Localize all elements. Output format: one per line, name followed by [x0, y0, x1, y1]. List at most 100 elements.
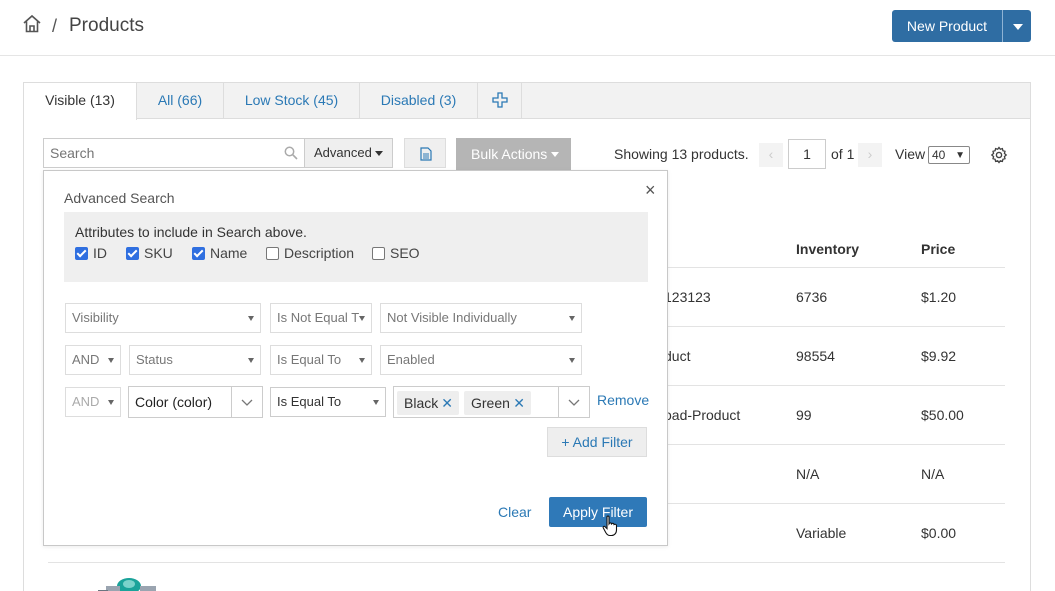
chevron-down-icon	[551, 152, 559, 157]
remove-tag-icon[interactable]: ✕	[513, 391, 525, 415]
new-product-dropdown-button[interactable]	[1002, 10, 1031, 42]
add-tab-button[interactable]	[478, 83, 522, 119]
checkbox-checked-icon[interactable]	[192, 247, 205, 260]
inventory-value: Variable	[796, 525, 847, 541]
results-count: Showing 13 products.	[614, 146, 749, 162]
next-page-button[interactable]: ›	[858, 143, 882, 167]
close-icon[interactable]: ×	[645, 180, 656, 201]
advanced-search-button[interactable]: Advanced	[305, 138, 393, 168]
checkbox-label: SEO	[390, 245, 420, 261]
plus-icon	[491, 92, 508, 108]
checkbox-label: ID	[93, 245, 107, 261]
tab-bar: Visible (13) All (66) Low Stock (45) Dis…	[24, 83, 1030, 120]
inventory-value: 99	[796, 407, 812, 423]
filter-operator-value: Is Not Equal T	[277, 310, 360, 325]
inventory-value: N/A	[796, 466, 820, 482]
caret-down-icon	[373, 400, 379, 405]
inventory-value: 98554	[796, 348, 835, 364]
caret-down-icon	[569, 316, 575, 321]
tab-low-stock[interactable]: Low Stock (45)	[224, 83, 360, 119]
column-header-price[interactable]: Price	[921, 241, 955, 257]
remove-filter-link[interactable]: Remove	[597, 392, 649, 408]
view-label: View	[895, 146, 926, 162]
product-name[interactable]: 123123	[664, 289, 711, 305]
home-icon[interactable]	[22, 14, 42, 34]
export-button[interactable]	[404, 138, 446, 168]
chevron-down-icon: ▼	[955, 150, 965, 161]
clear-button[interactable]: Clear	[498, 504, 531, 520]
checkbox-checked-icon[interactable]	[75, 247, 88, 260]
new-product-button[interactable]: New Product	[892, 10, 1002, 42]
per-page-select[interactable]: 40 ▼	[928, 146, 970, 164]
search-attributes: Attributes to include in Search above. I…	[64, 212, 648, 282]
caret-down-icon	[359, 358, 365, 363]
chevron-down-icon	[375, 151, 383, 156]
bulk-actions-label: Bulk Actions	[471, 146, 548, 162]
filter-operator-select[interactable]: Is Not Equal T	[270, 303, 372, 333]
checkbox-label: Description	[284, 245, 355, 261]
prev-page-button[interactable]: ‹	[759, 143, 783, 167]
search-field[interactable]	[43, 138, 305, 168]
search-input[interactable]	[44, 139, 274, 167]
caret-down-icon	[359, 316, 365, 321]
document-icon	[420, 147, 432, 161]
filter-operator-select[interactable]: Is Equal To	[270, 345, 372, 375]
chevron-down-icon	[568, 399, 580, 406]
tag-label: Black	[404, 395, 439, 411]
bulk-actions-button[interactable]: Bulk Actions	[456, 138, 571, 170]
filter-field-value: Color (color)	[135, 394, 213, 410]
filter-value-select[interactable]: Enabled	[380, 345, 582, 375]
filter-value-select[interactable]: Not Visible Individually	[380, 303, 582, 333]
filter-field-select[interactable]: Color (color)	[128, 386, 263, 418]
row-divider	[48, 562, 1005, 563]
filter-operator-select[interactable]: Is Equal To	[270, 387, 386, 417]
apply-filter-button[interactable]: Apply Filter	[549, 497, 647, 527]
filter-value-multiselect[interactable]: Black ✕ Green ✕	[393, 386, 590, 418]
caret-down-icon	[248, 316, 254, 321]
filter-operator-value: Is Equal To	[277, 352, 342, 367]
checkbox-label: Name	[210, 245, 248, 261]
price-value: $1.20	[921, 289, 957, 305]
checkbox-unchecked-icon[interactable]	[266, 247, 279, 260]
checkbox-checked-icon[interactable]	[126, 247, 139, 260]
filter-field-value: Status	[136, 352, 173, 367]
hand-cursor-icon	[602, 515, 618, 537]
filter-field-select[interactable]: Visibility	[65, 303, 261, 333]
selected-tag: Green ✕	[464, 391, 531, 415]
chevron-down-icon	[241, 399, 253, 406]
top-header: / Products New Product	[0, 0, 1055, 56]
remove-tag-icon[interactable]: ✕	[441, 391, 453, 415]
page-number-input[interactable]: 1	[788, 139, 826, 169]
filter-conjunction-select[interactable]: AND	[65, 345, 121, 375]
column-header-inventory[interactable]: Inventory	[796, 241, 859, 257]
price-value: $9.92	[921, 348, 957, 364]
filter-operator-value: Is Equal To	[277, 394, 342, 409]
filter-value: Enabled	[387, 352, 435, 367]
filter-field-value: Visibility	[72, 310, 119, 325]
price-value: N/A	[921, 466, 945, 482]
tag-label: Green	[471, 395, 510, 411]
product-thumbnail[interactable]	[96, 576, 162, 591]
product-name[interactable]: oad-Product	[664, 407, 740, 423]
page-total: of 1	[831, 146, 855, 162]
advanced-search-panel: Advanced Search × Attributes to include …	[43, 170, 668, 546]
tab-all[interactable]: All (66)	[137, 83, 224, 119]
tab-visible[interactable]: Visible (13)	[24, 83, 137, 120]
advanced-label: Advanced	[314, 145, 372, 160]
inventory-value: 6736	[796, 289, 828, 305]
filter-conjunction-value: AND	[72, 352, 100, 367]
price-value: $50.00	[921, 407, 964, 423]
filter-conjunction-select[interactable]: AND	[65, 387, 121, 417]
per-page-value: 40	[932, 148, 946, 162]
price-value: $0.00	[921, 525, 957, 541]
attributes-title: Attributes to include in Search above.	[75, 224, 307, 240]
gear-icon[interactable]	[990, 146, 1008, 164]
checkbox-unchecked-icon[interactable]	[372, 247, 385, 260]
checkbox-label: SKU	[144, 245, 173, 261]
add-filter-button[interactable]: + Add Filter	[547, 427, 647, 457]
tab-disabled[interactable]: Disabled (3)	[360, 83, 478, 119]
filter-field-select[interactable]: Status	[129, 345, 261, 375]
select-divider	[558, 387, 559, 417]
filter-value: Not Visible Individually	[387, 310, 517, 325]
search-icon[interactable]	[284, 146, 298, 160]
